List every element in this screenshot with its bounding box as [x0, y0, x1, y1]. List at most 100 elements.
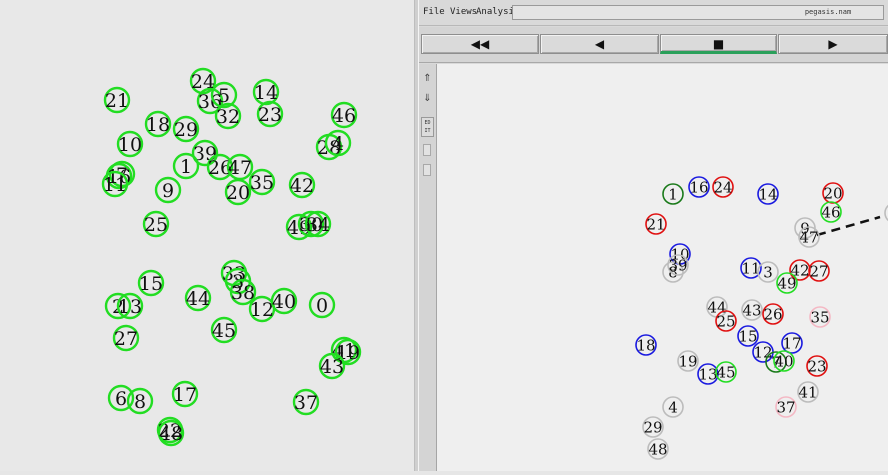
zoom-out-icon[interactable]: ⇓	[421, 92, 434, 105]
file-title-field: pegasis.nam	[512, 5, 884, 20]
node-11[interactable]: 11	[101, 170, 129, 198]
node-40[interactable]: 40	[270, 287, 298, 315]
node-48[interactable]: 48	[157, 419, 185, 447]
node-label: 32	[216, 106, 240, 128]
node-47[interactable]: 47	[798, 226, 820, 248]
node-25[interactable]: 25	[715, 310, 737, 332]
play-forward-button[interactable]: ▶	[778, 34, 888, 54]
node-16[interactable]: 16	[688, 176, 710, 198]
node-43[interactable]: 43	[318, 352, 346, 380]
node-26[interactable]: 26	[762, 303, 784, 325]
node-label: 48	[648, 440, 667, 458]
edit-tool-label-line2: IT	[424, 128, 431, 134]
node-label: 21	[646, 215, 665, 233]
play-forward-icon: ▶	[828, 37, 838, 51]
node-32[interactable]: 32	[214, 102, 242, 130]
node-47[interactable]: 47	[226, 153, 254, 181]
menu-file[interactable]: File	[423, 7, 445, 17]
node-45[interactable]: 45	[210, 316, 238, 344]
node-37[interactable]: 37	[775, 396, 797, 418]
node-0[interactable]: 0	[308, 291, 336, 319]
node-20[interactable]: 20	[224, 178, 252, 206]
node-35[interactable]: 35	[248, 168, 276, 196]
node-29[interactable]: 29	[172, 115, 200, 143]
node-23[interactable]: 23	[806, 355, 828, 377]
node-1[interactable]: 1	[172, 152, 200, 180]
node-label: 0	[316, 295, 328, 317]
node-17[interactable]: 17	[171, 380, 199, 408]
node-label: 18	[146, 114, 170, 136]
node-label: 35	[810, 308, 829, 326]
node-27[interactable]: 27	[808, 260, 830, 282]
node-label: 29	[643, 418, 662, 436]
node-19[interactable]: 19	[677, 350, 699, 372]
zoom-in-icon[interactable]: ⇑	[421, 72, 434, 85]
node-label: 23	[807, 357, 826, 375]
edit-tool-label-line1: ED	[424, 120, 431, 126]
node-label: 37	[294, 392, 318, 414]
node-41[interactable]: 41	[797, 381, 819, 403]
node-42[interactable]: 42	[288, 171, 316, 199]
node-25[interactable]: 25	[142, 210, 170, 238]
node-label: 13	[698, 365, 717, 383]
nam-animator-window: File Views Analysis pegasis.nam ◀◀ ◀ ■ ▶…	[419, 0, 888, 471]
node-label: 11	[103, 174, 127, 196]
node-label: 41	[798, 383, 817, 401]
node-43[interactable]: 43	[741, 299, 763, 321]
link-tool-slot[interactable]	[423, 164, 431, 176]
animation-canvas[interactable]: 1162414204622194710839113422749444326253…	[437, 64, 888, 471]
node-1[interactable]: 1	[662, 183, 684, 205]
node-label: 29	[174, 119, 198, 141]
node-label: 46	[332, 105, 356, 127]
node-label: 20	[226, 182, 250, 204]
node-label: 6	[115, 388, 127, 410]
node-23[interactable]: 23	[256, 100, 284, 128]
node-label: 27	[114, 328, 138, 350]
node-45[interactable]: 45	[715, 361, 737, 383]
node-29[interactable]: 29	[642, 416, 664, 438]
node-40[interactable]: 40	[773, 350, 795, 372]
node-label: 8	[134, 391, 146, 413]
node-17[interactable]: 17	[781, 332, 803, 354]
menu-bar: File Views Analysis pegasis.nam	[419, 0, 888, 26]
node-24[interactable]: 24	[712, 176, 734, 198]
stop-button[interactable]: ■	[660, 34, 777, 54]
node-label: 10	[118, 134, 142, 156]
node-49[interactable]: 49	[776, 272, 798, 294]
node-13[interactable]: 13	[697, 363, 719, 385]
node-label: 45	[212, 320, 236, 342]
node-27[interactable]: 27	[112, 324, 140, 352]
node-label: 23	[258, 104, 282, 126]
node-21[interactable]: 21	[645, 213, 667, 235]
node-label: 24	[713, 178, 732, 196]
edit-tool-button[interactable]: ED IT	[421, 117, 434, 137]
node-12[interactable]: 12	[752, 341, 774, 363]
node-10[interactable]: 10	[116, 130, 144, 158]
node-48[interactable]: 48	[647, 438, 669, 460]
node-35[interactable]: 35	[809, 306, 831, 328]
node-46[interactable]: 46	[330, 101, 358, 129]
node-18[interactable]: 18	[144, 110, 172, 138]
rewind-button[interactable]: ◀◀	[421, 34, 539, 54]
play-backward-button[interactable]: ◀	[540, 34, 659, 54]
menu-views[interactable]: Views	[450, 7, 477, 17]
node-20[interactable]: 20	[822, 182, 844, 204]
node-21[interactable]: 21	[103, 86, 131, 114]
node-label: 15	[139, 273, 163, 295]
node-44[interactable]: 44	[184, 284, 212, 312]
node-4[interactable]: 4	[662, 396, 684, 418]
node-39[interactable]: 39	[667, 254, 689, 276]
node-12[interactable]: 12	[248, 295, 276, 323]
node-tool-slot[interactable]	[423, 144, 431, 156]
node-14[interactable]: 14	[757, 183, 779, 205]
editor-toolbar: ⇑ ⇓ ED IT	[419, 64, 437, 471]
node-37[interactable]: 37	[292, 388, 320, 416]
node-label: 3	[763, 263, 773, 281]
node-15[interactable]: 15	[137, 269, 165, 297]
node-13[interactable]: 13	[116, 292, 144, 320]
node-9[interactable]: 9	[154, 176, 182, 204]
node-14[interactable]: 14	[252, 78, 280, 106]
node-46[interactable]: 46	[820, 201, 842, 223]
node-34[interactable]: 34	[304, 210, 332, 238]
node-18[interactable]: 18	[635, 334, 657, 356]
